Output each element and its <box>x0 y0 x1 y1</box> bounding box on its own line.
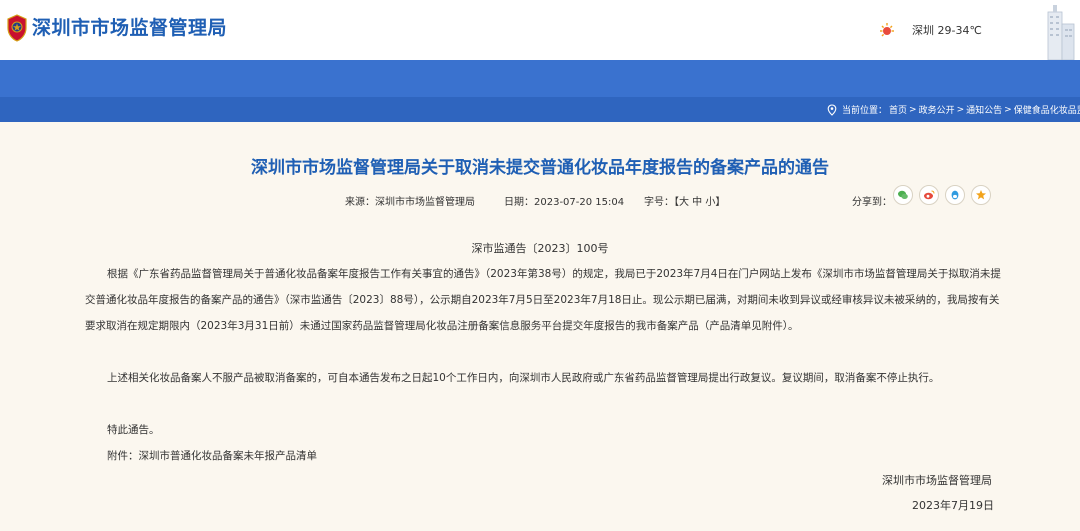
paragraph-notice: 特此通告。 <box>107 424 160 436</box>
date-value: 2023-07-20 15:04 <box>534 197 625 208</box>
city-building-icon <box>1047 5 1075 60</box>
attachment-link[interactable]: 附件：深圳市普通化妆品备案未年报产品清单 <box>85 443 1005 469</box>
weather-text: 深圳 29-34℃ <box>912 24 982 37</box>
share-qq-button[interactable] <box>945 185 965 205</box>
date-label: 日期： <box>504 197 534 208</box>
paragraph-basis: 根据《广东省药品监督管理局关于普通化妆品备案年度报告工作有关事宜的通告》（202… <box>85 268 1001 332</box>
breadcrumb-item-home[interactable]: 首页 <box>889 103 907 116</box>
sun-weather-icon <box>880 23 894 37</box>
breadcrumb: 当前位置： 首页 > 政务公开 > 通知公告 > 保健食品化妆品监管 <box>826 103 1080 116</box>
site-title[interactable]: 深圳市市场监督管理局 <box>32 13 227 40</box>
breadcrumb-separator: > <box>909 104 917 115</box>
weibo-icon <box>924 190 935 200</box>
site-header: 深圳市市场监督管理局 深圳 29-34℃ <box>0 0 1080 60</box>
document-number: 深市监通告〔2023〕100号 <box>471 242 609 255</box>
breadcrumb-item-health-food[interactable]: 保健食品化妆品监管 <box>1014 103 1080 116</box>
police-emblem-icon <box>7 14 27 42</box>
share-icons <box>893 185 991 205</box>
signature-date: 2023年7月19日 <box>912 499 994 512</box>
breadcrumb-item-notices[interactable]: 通知公告 <box>966 103 1002 116</box>
share-weibo-button[interactable] <box>919 185 939 205</box>
article-title: 深圳市市场监督管理局关于取消未提交普通化妆品年度报告的备案产品的通告 <box>251 158 829 178</box>
source-value: 深圳市市场监督管理局 <box>375 197 475 208</box>
breadcrumb-separator: > <box>1004 104 1012 115</box>
font-size-control: 字号：【大 中 小】 <box>644 193 725 208</box>
favorite-icon <box>976 190 986 200</box>
share-favorite-button[interactable] <box>971 185 991 205</box>
article-source: 来源：深圳市市场监督管理局 <box>345 193 475 208</box>
share-label: 分享到： <box>852 197 892 208</box>
share-wechat-button[interactable] <box>893 185 913 205</box>
article-date: 日期：2023-07-20 15:04 <box>504 193 624 208</box>
source-label: 来源： <box>345 197 375 208</box>
location-pin-icon <box>827 103 837 116</box>
font-size-options[interactable]: 【大 中 小】 <box>674 197 725 208</box>
breadcrumb-prefix: 当前位置： <box>842 106 888 116</box>
qq-icon <box>951 190 959 200</box>
breadcrumb-item-gov-affairs[interactable]: 政务公开 <box>919 103 955 116</box>
wechat-icon <box>898 190 908 199</box>
breadcrumb-separator: > <box>956 104 965 115</box>
signature-organization: 深圳市市场监督管理局 <box>882 474 992 487</box>
paragraph-appeal: 上述相关化妆品备案人不服产品被取消备案的，可自本通告发布之日起10个工作日内，向… <box>107 372 940 384</box>
font-size-label: 字号： <box>644 197 674 208</box>
